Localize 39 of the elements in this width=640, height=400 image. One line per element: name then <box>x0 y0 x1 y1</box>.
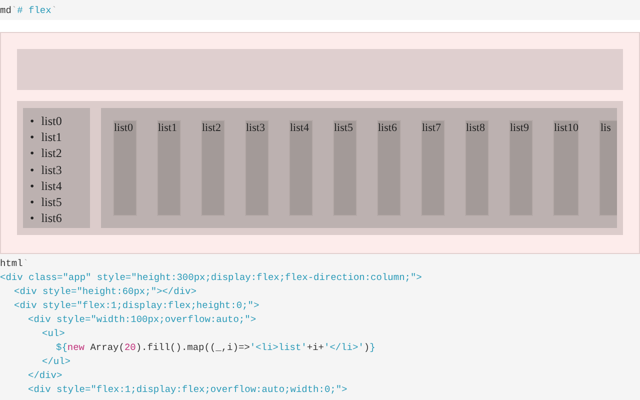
list-item: list6 <box>41 210 62 226</box>
list-item: list9 <box>509 120 533 216</box>
list-item: list0 <box>113 120 137 216</box>
list-item: list5 <box>333 120 357 216</box>
bullet: • <box>30 194 34 210</box>
bullet: • <box>30 162 34 178</box>
list-item: list6 <box>377 120 401 216</box>
code-line: html` <box>0 257 30 271</box>
code-line: <div style="flex:1;display:flex;height:0;"> <box>13 299 260 313</box>
markdown-cell[interactable]: md`# flex` <box>0 0 640 20</box>
list-item: list2 <box>41 145 62 162</box>
list-item: list2 <box>201 120 225 216</box>
list-item: list1 <box>41 129 62 146</box>
list-item: list8 <box>465 120 489 216</box>
list-item: list3 <box>41 162 62 178</box>
list-item: list3 <box>245 120 269 216</box>
bullet: • <box>30 210 34 226</box>
bullet: • <box>30 178 34 194</box>
list-item: list1 <box>157 120 181 216</box>
list-item: list4 <box>289 120 313 216</box>
code-line: </ul> <box>41 355 72 369</box>
code-line: ${new Array(20).fill().map((_,i)=>'<li>list'+i+'</li>')} <box>55 341 376 355</box>
code-line: </div> <box>27 369 64 383</box>
bullet: • <box>30 129 34 146</box>
list-item: list4 <box>41 178 62 194</box>
list-item: list7 <box>421 120 445 216</box>
code-line: <ul> <box>41 327 66 341</box>
list-item: list0 <box>41 113 62 130</box>
list-item: list10 <box>553 120 580 216</box>
list-item: list5 <box>41 194 62 210</box>
code-line: <div style="width:100px;overflow:auto;"> <box>27 313 258 327</box>
bullet: • <box>30 145 34 162</box>
list-item: lis <box>599 120 617 216</box>
bullet: • <box>30 113 34 130</box>
code-line: <div style="height:60px;"></div> <box>13 285 198 299</box>
code-line: <div style="flex:1;display:flex;overflow:auto;width:0;"> <box>27 383 348 397</box>
code-cell[interactable] <box>0 254 640 400</box>
code-line: <div class="app" style="height:300px;display:flex;flex-direction:column;"> <box>0 271 423 285</box>
code-line: md`# flex` <box>0 4 58 16</box>
